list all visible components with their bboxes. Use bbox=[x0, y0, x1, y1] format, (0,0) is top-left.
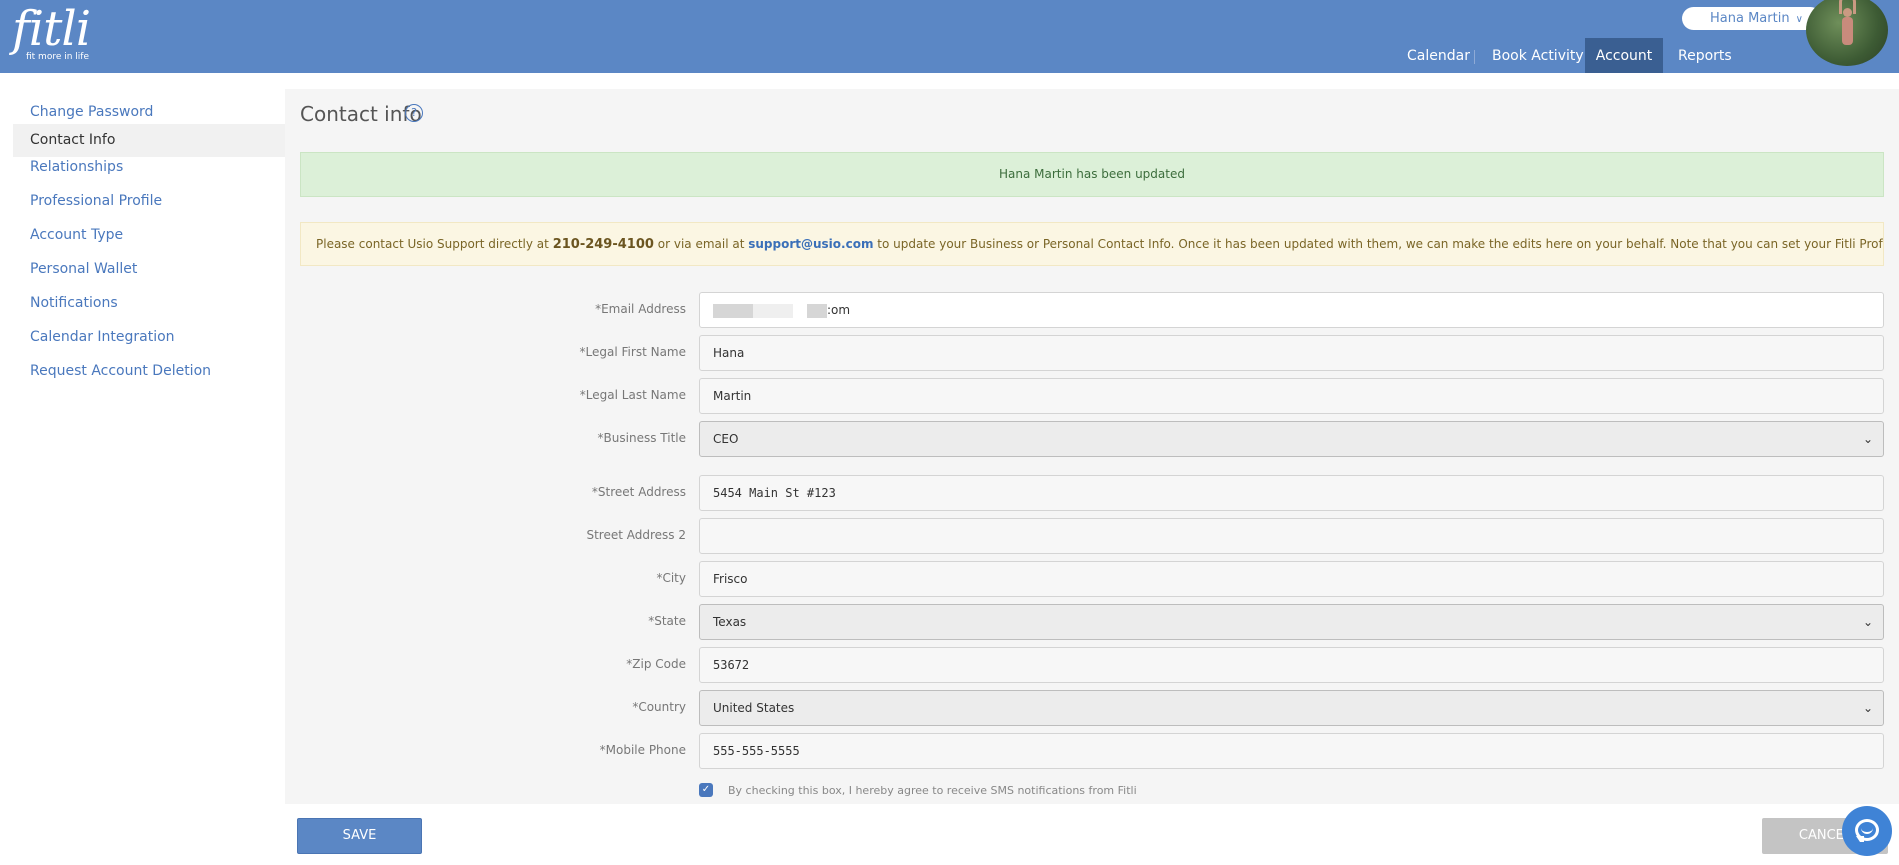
info-text-2: or via email at bbox=[653, 237, 749, 251]
info-text-1: Please contact Usio Support directly at bbox=[316, 237, 553, 251]
avatar-figure-body bbox=[1842, 17, 1853, 45]
support-email-link[interactable]: support@usio.com bbox=[748, 237, 873, 251]
country-label: *Country bbox=[632, 700, 686, 714]
first-name-field[interactable]: Hana bbox=[699, 335, 1884, 371]
save-button[interactable]: SAVE bbox=[297, 818, 422, 854]
logo-tagline: fit more in life bbox=[26, 52, 90, 62]
nav-reports[interactable]: Reports bbox=[1678, 38, 1732, 73]
redacted-text bbox=[753, 303, 793, 318]
sidebar-item-request-account-deletion[interactable]: Request Account Deletion bbox=[13, 355, 285, 388]
city-field[interactable]: Frisco bbox=[699, 561, 1884, 597]
double-chevron-down-icon: ∨ bbox=[1795, 14, 1803, 25]
sidebar-item-personal-wallet[interactable]: Personal Wallet bbox=[13, 253, 285, 286]
state-label: *State bbox=[648, 614, 686, 628]
success-alert: Hana Martin has been updated bbox=[300, 152, 1884, 197]
state-value: Texas bbox=[713, 615, 747, 629]
logo-wordmark: fitli bbox=[12, 1, 91, 57]
sidebar-item-calendar-integration[interactable]: Calendar Integration bbox=[13, 321, 285, 354]
city-row: *City Frisco bbox=[285, 561, 1899, 597]
last-name-label: *Legal Last Name bbox=[579, 388, 686, 402]
business-title-value: CEO bbox=[713, 432, 739, 446]
nav-book-activity[interactable]: Book Activity bbox=[1492, 38, 1584, 73]
last-name-row: *Legal Last Name Martin bbox=[285, 378, 1899, 414]
email-field[interactable]: :om bbox=[699, 292, 1884, 328]
chevron-down-icon: ⌄ bbox=[1862, 615, 1873, 629]
contact-info-panel: Contact info ? Hana Martin has been upda… bbox=[285, 89, 1899, 804]
state-select[interactable]: Texas ⌄ bbox=[699, 604, 1884, 640]
country-select[interactable]: United States ⌄ bbox=[699, 690, 1884, 726]
info-alert: Please contact Usio Support directly at … bbox=[300, 222, 1884, 266]
nav-account-label[interactable]: Account bbox=[1596, 48, 1653, 64]
avatar-figure-head bbox=[1843, 8, 1852, 17]
info-text-3: to update your Business or Personal Cont… bbox=[877, 237, 1883, 251]
street-address-2-field[interactable] bbox=[699, 518, 1884, 554]
mobile-row: *Mobile Phone 555-555-5555 bbox=[285, 733, 1899, 769]
nav-calendar-label[interactable]: Calendar bbox=[1407, 48, 1470, 64]
street-row: *Street Address 5454 Main St #123 bbox=[285, 475, 1899, 511]
nav-book-activity-label[interactable]: Book Activity bbox=[1492, 48, 1584, 64]
nav-account[interactable]: Account bbox=[1585, 38, 1663, 73]
mobile-phone-field[interactable]: 555-555-5555 bbox=[699, 733, 1884, 769]
business-title-label: *Business Title bbox=[597, 431, 686, 445]
sidebar-item-account-type[interactable]: Account Type bbox=[13, 219, 285, 252]
email-value-suffix: :om bbox=[827, 303, 851, 317]
email-row: *Email Address :om bbox=[285, 292, 1899, 328]
nav-separator bbox=[1474, 50, 1475, 64]
country-value: United States bbox=[713, 701, 795, 715]
street2-label: Street Address 2 bbox=[586, 528, 686, 542]
sidebar-item-professional-profile[interactable]: Professional Profile bbox=[13, 185, 285, 218]
chevron-down-icon: ⌄ bbox=[1862, 701, 1873, 715]
business-title-row: *Business Title CEO ⌄ bbox=[285, 421, 1899, 457]
redacted-text bbox=[807, 303, 827, 318]
chat-bubble-tail bbox=[1856, 836, 1864, 842]
zip-label: *Zip Code bbox=[626, 657, 686, 671]
user-name: Hana Martin bbox=[1710, 11, 1790, 26]
business-title-select[interactable]: CEO ⌄ bbox=[699, 421, 1884, 457]
zip-code-field[interactable]: 53672 bbox=[699, 647, 1884, 683]
sms-consent-label: By checking this box, I hereby agree to … bbox=[728, 784, 1137, 797]
sidebar-item-relationships[interactable]: Relationships bbox=[13, 151, 285, 184]
first-name-label: *Legal First Name bbox=[579, 345, 686, 359]
support-phone: 210-249-4100 bbox=[552, 237, 654, 252]
first-name-row: *Legal First Name Hana bbox=[285, 335, 1899, 371]
nav-reports-label[interactable]: Reports bbox=[1678, 48, 1732, 64]
street2-row: Street Address 2 bbox=[285, 518, 1899, 554]
street-address-field[interactable]: 5454 Main St #123 bbox=[699, 475, 1884, 511]
state-row: *State Texas ⌄ bbox=[285, 604, 1899, 640]
last-name-field[interactable]: Martin bbox=[699, 378, 1884, 414]
nav-calendar[interactable]: Calendar bbox=[1407, 38, 1470, 73]
account-sidebar: Change Password Contact Info Relationshi… bbox=[0, 73, 285, 865]
sidebar-item-notifications[interactable]: Notifications bbox=[13, 287, 285, 320]
street-label: *Street Address bbox=[591, 485, 686, 499]
chevron-down-icon: ⌄ bbox=[1862, 432, 1873, 446]
email-label: *Email Address bbox=[595, 302, 686, 316]
chat-support-button[interactable] bbox=[1842, 806, 1892, 856]
avatar[interactable] bbox=[1806, 0, 1888, 66]
zip-row: *Zip Code 53672 bbox=[285, 647, 1899, 683]
mobile-label: *Mobile Phone bbox=[599, 743, 686, 757]
help-icon[interactable]: ? bbox=[405, 104, 423, 122]
user-menu-button[interactable]: Hana Martin ∨ bbox=[1682, 7, 1822, 30]
page-title: Contact info bbox=[300, 102, 422, 126]
sms-consent-checkbox[interactable]: ✓ bbox=[699, 783, 713, 797]
fitli-logo[interactable]: fitli fit more in life bbox=[12, 1, 91, 62]
country-row: *Country United States ⌄ bbox=[285, 690, 1899, 726]
redacted-text bbox=[713, 303, 753, 318]
top-bar: fitli fit more in life Hana Martin ∨ Cale… bbox=[0, 0, 1899, 73]
city-label: *City bbox=[656, 571, 686, 585]
